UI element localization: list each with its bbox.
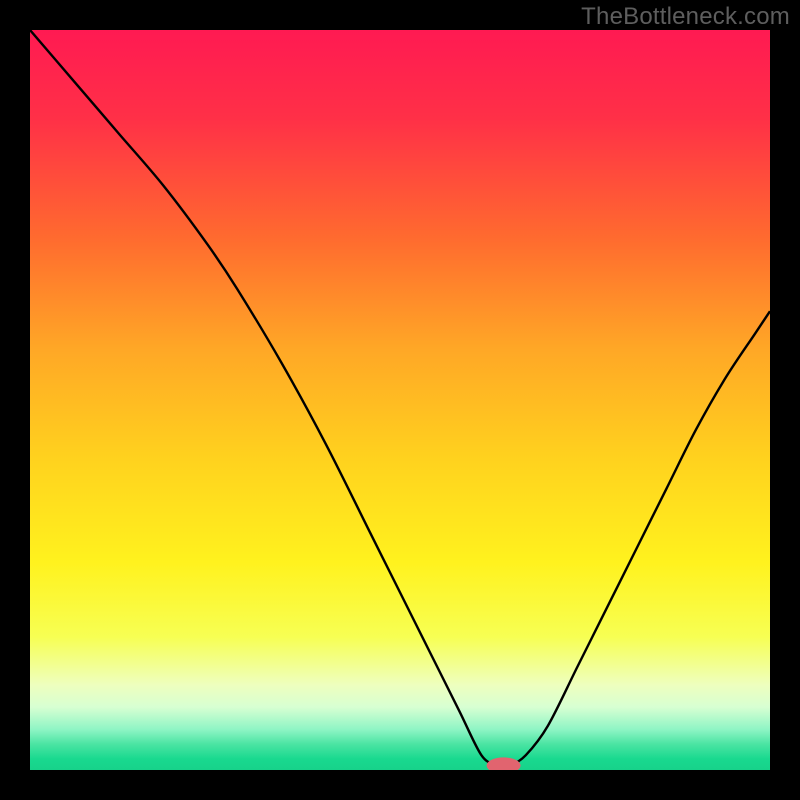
chart-stage: TheBottleneck.com bbox=[0, 0, 800, 800]
watermark-text: TheBottleneck.com bbox=[581, 3, 790, 31]
minimum-marker bbox=[30, 30, 770, 770]
plot-area bbox=[30, 30, 770, 770]
